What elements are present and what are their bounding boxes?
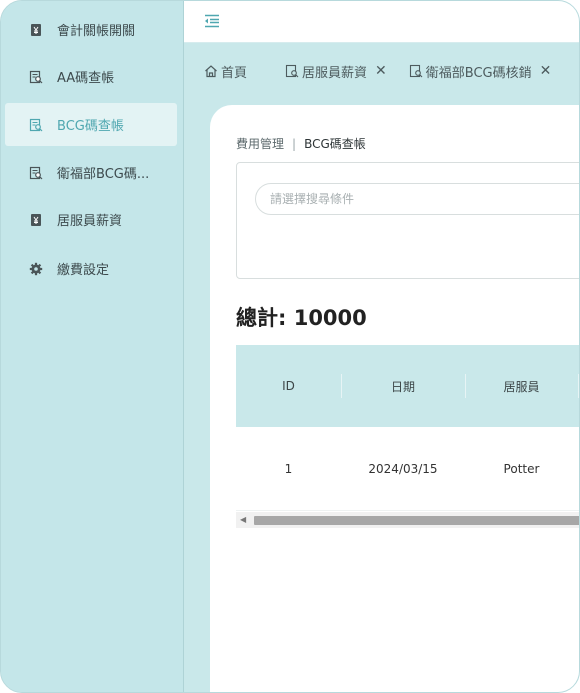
cell-caregiver: Potter [503, 462, 540, 476]
tab-bar: 首頁 居服員薪資 ✕ 衛福部BCG碼核銷 ✕ [184, 43, 579, 99]
top-bar [184, 1, 579, 43]
yen-box-icon [29, 213, 43, 227]
column-divider [578, 374, 579, 398]
gear-icon [29, 262, 43, 276]
column-header-date[interactable]: 日期 [341, 345, 465, 427]
table-header: ID 日期 居服員 [236, 345, 579, 427]
menu-collapse-icon[interactable] [204, 13, 220, 28]
doc-search-icon [29, 70, 43, 84]
cell-id: 1 [284, 462, 293, 476]
doc-search-icon [29, 166, 43, 180]
sidebar: 會計關帳開關 AA碼查帳 BCG碼查帳 衛福部BCG碼... 居服員薪資 繳費設… [1, 1, 184, 692]
scrollbar-thumb[interactable] [254, 516, 579, 525]
tab-caregiver-salary[interactable]: 居服員薪資 ✕ [285, 62, 387, 81]
main-area: 首頁 居服員薪資 ✕ 衛福部BCG碼核銷 ✕ 費用管理 | BCG碼查帳 請選擇… [184, 1, 579, 692]
sidebar-item-payment-settings[interactable]: 繳費設定 [5, 247, 177, 290]
doc-search-icon [409, 64, 423, 78]
cell-date: 2024/03/15 [368, 462, 438, 476]
horizontal-scrollbar[interactable]: ◀ [236, 512, 579, 528]
sidebar-item-mohw-bcg[interactable]: 衛福部BCG碼... [5, 151, 177, 194]
column-header-id[interactable]: ID [236, 345, 341, 427]
content-card: 費用管理 | BCG碼查帳 總計: 10000 ID 日期 居服員 1 2024… [210, 105, 579, 692]
sidebar-item-caregiver-salary[interactable]: 居服員薪資 [5, 198, 177, 241]
sidebar-item-label: BCG碼查帳 [57, 119, 124, 134]
tab-label: 衛福部BCG碼核銷 [425, 65, 532, 81]
breadcrumb-current: BCG碼查帳 [304, 137, 366, 151]
sidebar-item-accounting-close[interactable]: 會計關帳開關 [5, 8, 177, 51]
tab-home[interactable]: 首頁 [204, 62, 247, 81]
breadcrumb: 費用管理 | BCG碼查帳 [236, 135, 366, 152]
table-row[interactable]: 1 2024/03/15 Potter [236, 427, 579, 511]
app-window: 會計關帳開關 AA碼查帳 BCG碼查帳 衛福部BCG碼... 居服員薪資 繳費設… [0, 0, 580, 693]
sidebar-item-aa-audit[interactable]: AA碼查帳 [5, 55, 177, 98]
doc-search-icon [29, 118, 43, 132]
sidebar-item-label: 居服員薪資 [57, 214, 123, 229]
sidebar-item-label: 會計關帳開關 [57, 24, 136, 39]
breadcrumb-separator: | [292, 136, 297, 151]
scroll-left-icon[interactable]: ◀ [240, 515, 246, 524]
doc-search-icon [285, 64, 299, 78]
sidebar-item-label: 繳費設定 [57, 263, 110, 278]
close-icon[interactable]: ✕ [540, 63, 552, 79]
home-icon [204, 64, 218, 78]
close-icon[interactable]: ✕ [375, 63, 387, 79]
search-condition-select[interactable] [255, 183, 579, 215]
sidebar-item-label: AA碼查帳 [57, 71, 115, 86]
column-header-caregiver[interactable]: 居服員 [465, 345, 578, 427]
sidebar-item-bcg-audit[interactable]: BCG碼查帳 [5, 103, 177, 146]
tab-label: 首頁 [221, 65, 248, 81]
total-count: 總計: 10000 [236, 306, 367, 330]
tab-label: 居服員薪資 [302, 65, 368, 81]
yen-box-icon [29, 23, 43, 37]
sidebar-item-label: 衛福部BCG碼... [57, 167, 150, 182]
breadcrumb-parent[interactable]: 費用管理 [236, 135, 284, 152]
tab-mohw-bcg[interactable]: 衛福部BCG碼核銷 ✕ [409, 62, 552, 81]
search-panel [236, 162, 579, 279]
